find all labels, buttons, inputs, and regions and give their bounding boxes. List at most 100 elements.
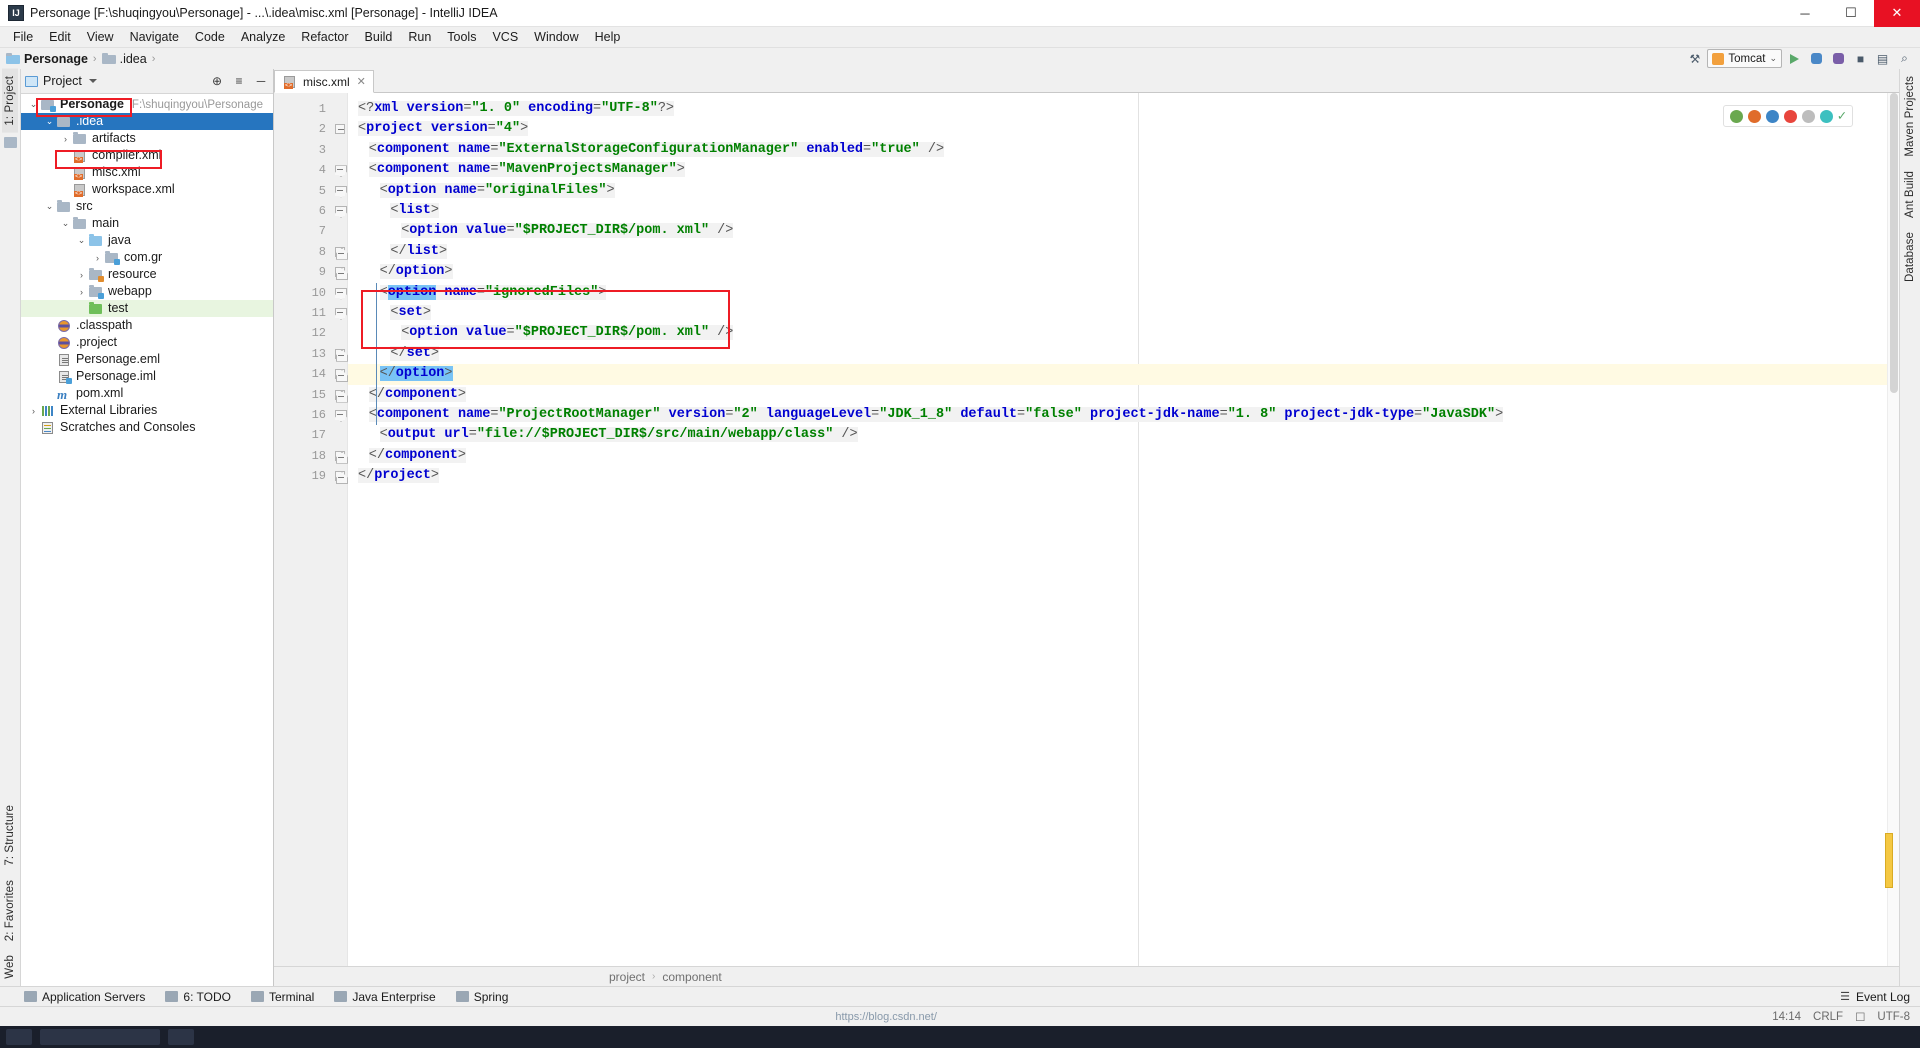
code-line[interactable]: </project> [348, 466, 1899, 486]
expand-arrow-icon[interactable]: › [75, 287, 88, 297]
run-configuration-selector[interactable]: Tomcat ⌄ [1707, 49, 1782, 68]
tree-item-misc-xml[interactable]: misc.xml [21, 164, 273, 181]
expand-arrow-icon[interactable]: › [59, 134, 72, 144]
code-line[interactable]: </list> [348, 242, 1899, 262]
expand-arrow-icon[interactable]: ⌄ [75, 235, 88, 246]
code-content[interactable]: ✓ <?xml version="1. 0" encoding="UTF-8"?… [348, 93, 1899, 966]
notification-indicator[interactable] [1885, 833, 1893, 888]
tree-item-com-gr[interactable]: › com.gr [21, 249, 273, 266]
coverage-icon[interactable] [1829, 49, 1848, 68]
code-line[interactable]: <option value="$PROJECT_DIR$/pom. xml" /… [348, 323, 1899, 343]
taskbar-item[interactable] [168, 1029, 194, 1045]
code-line[interactable]: <component name="ProjectRootManager" ver… [348, 405, 1899, 425]
editor-tab-misc-xml[interactable]: misc.xml ✕ [274, 70, 374, 93]
tree-item-compiler-xml[interactable]: compiler.xml [21, 147, 273, 164]
code-line[interactable]: <option name="originalFiles"> [348, 181, 1899, 201]
toolwindow-terminal[interactable]: Terminal [250, 990, 314, 1004]
status-line-separator[interactable]: CRLF [1813, 1011, 1843, 1023]
sidebar-tab-web[interactable]: Web [2, 948, 18, 986]
navbar-crumb-idea[interactable]: .idea [101, 52, 147, 66]
code-line[interactable]: </option> [348, 262, 1899, 282]
menu-item-code[interactable]: Code [187, 28, 233, 46]
expand-arrow-icon[interactable]: ⌄ [27, 99, 40, 110]
toolwindow-6-todo[interactable]: 6: TODO [165, 990, 231, 1004]
code-line[interactable]: <list> [348, 201, 1899, 221]
layout-icon[interactable]: ▤ [1873, 49, 1892, 68]
code-fold-icon[interactable] [335, 389, 345, 400]
code-fold-icon[interactable] [335, 348, 345, 359]
stop-icon[interactable]: ■ [1851, 49, 1870, 68]
sidebar-tab-maven[interactable]: Maven Projects [1902, 69, 1918, 164]
code-fold-icon[interactable] [335, 471, 345, 482]
tree-item-pom-xml[interactable]: m pom.xml [21, 385, 273, 402]
tree-item--classpath[interactable]: .classpath [21, 317, 273, 334]
tree-item-main[interactable]: ⌄ main [21, 215, 273, 232]
menu-item-vcs[interactable]: VCS [484, 28, 526, 46]
tree-item-src[interactable]: ⌄ src [21, 198, 273, 215]
code-line[interactable]: <component name = "ExternalStorageConfigur… [348, 140, 1899, 160]
menu-item-edit[interactable]: Edit [41, 28, 79, 46]
tree-item-workspace-xml[interactable]: workspace.xml [21, 181, 273, 198]
tree-item-personage[interactable]: ⌄ Personage F:\shuqingyou\Personage [21, 96, 273, 113]
minimize-button[interactable]: ─ [1782, 0, 1828, 27]
tree-item-scratches-and-consoles[interactable]: Scratches and Consoles [21, 419, 273, 436]
code-line[interactable]: <output url="file://$PROJECT_DIR$/src/ma… [348, 425, 1899, 445]
tree-item-artifacts[interactable]: › artifacts [21, 130, 273, 147]
expand-arrow-icon[interactable]: › [91, 253, 104, 263]
sidebar-tab-structure[interactable]: 7: Structure [2, 798, 18, 873]
menu-item-file[interactable]: File [5, 28, 41, 46]
maximize-button[interactable]: ☐ [1828, 0, 1874, 27]
close-button[interactable]: ✕ [1874, 0, 1920, 27]
expand-arrow-icon[interactable]: › [75, 270, 88, 280]
code-fold-icon[interactable] [335, 124, 345, 135]
code-line[interactable]: <option name="ignoredFiles"> [348, 283, 1899, 303]
chevron-down-icon[interactable] [88, 79, 97, 83]
code-line[interactable]: <?xml version="1. 0" encoding="UTF-8"?> [348, 99, 1899, 119]
expand-arrow-icon[interactable]: › [27, 406, 40, 416]
menu-item-run[interactable]: Run [400, 28, 439, 46]
code-fold-icon[interactable] [335, 287, 345, 298]
tree-item-external-libraries[interactable]: › External Libraries [21, 402, 273, 419]
code-line[interactable]: </set> [348, 344, 1899, 364]
sidebar-tab-project[interactable]: 1: Project [2, 69, 18, 133]
code-fold-icon[interactable] [335, 308, 345, 318]
menu-item-window[interactable]: Window [526, 28, 586, 46]
breadcrumb-item[interactable]: project [609, 970, 645, 984]
tree-item--project[interactable]: .project [21, 334, 273, 351]
code-line[interactable]: </option> [348, 364, 1899, 385]
code-fold-icon[interactable] [335, 369, 345, 380]
expand-arrow-icon[interactable]: ⌄ [43, 116, 56, 127]
tree-item-resource[interactable]: › resource [21, 266, 273, 283]
tree-item-webapp[interactable]: › webapp [21, 283, 273, 300]
menu-item-analyze[interactable]: Analyze [233, 28, 293, 46]
collapse-all-icon[interactable]: ≡ [231, 74, 247, 88]
taskbar-item[interactable] [6, 1029, 32, 1045]
taskbar-item[interactable] [40, 1029, 160, 1045]
expand-arrow-icon[interactable]: ⌄ [59, 218, 72, 229]
navbar-crumb-project[interactable]: Personage [6, 52, 88, 66]
menu-item-help[interactable]: Help [587, 28, 629, 46]
hide-panel-icon[interactable]: ─ [253, 74, 269, 88]
code-line[interactable]: </component> [348, 385, 1899, 405]
run-icon[interactable] [1785, 49, 1804, 68]
tree-item-personage-eml[interactable]: Personage.eml [21, 351, 273, 368]
search-icon[interactable]: ⌕ [1895, 49, 1914, 68]
code-fold-icon[interactable] [335, 165, 345, 176]
code-line[interactable]: <option value="$PROJECT_DIR$/pom. xml" /… [348, 221, 1899, 241]
tree-item--idea[interactable]: ⌄ .idea [21, 113, 273, 130]
expand-arrow-icon[interactable]: ⌄ [43, 201, 56, 212]
menu-item-tools[interactable]: Tools [439, 28, 484, 46]
status-encoding[interactable]: UTF-8 [1877, 1011, 1910, 1023]
code-line[interactable]: <component name="MavenProjectsManager"> [348, 160, 1899, 180]
status-lock-icon[interactable]: ☐ [1855, 1010, 1865, 1024]
sidebar-tab-database[interactable]: Database [1902, 225, 1918, 289]
sidebar-tab-favorites[interactable]: 2: Favorites [2, 873, 18, 948]
toolwindow-java-enterprise[interactable]: Java Enterprise [334, 990, 436, 1004]
close-icon[interactable]: ✕ [357, 75, 366, 88]
code-fold-icon[interactable] [335, 450, 345, 461]
menu-item-navigate[interactable]: Navigate [122, 28, 187, 46]
tree-item-personage-iml[interactable]: Personage.iml [21, 368, 273, 385]
debug-icon[interactable] [1807, 49, 1826, 68]
build-hammer-icon[interactable]: ⚒ [1685, 49, 1704, 68]
code-fold-icon[interactable] [335, 410, 345, 420]
